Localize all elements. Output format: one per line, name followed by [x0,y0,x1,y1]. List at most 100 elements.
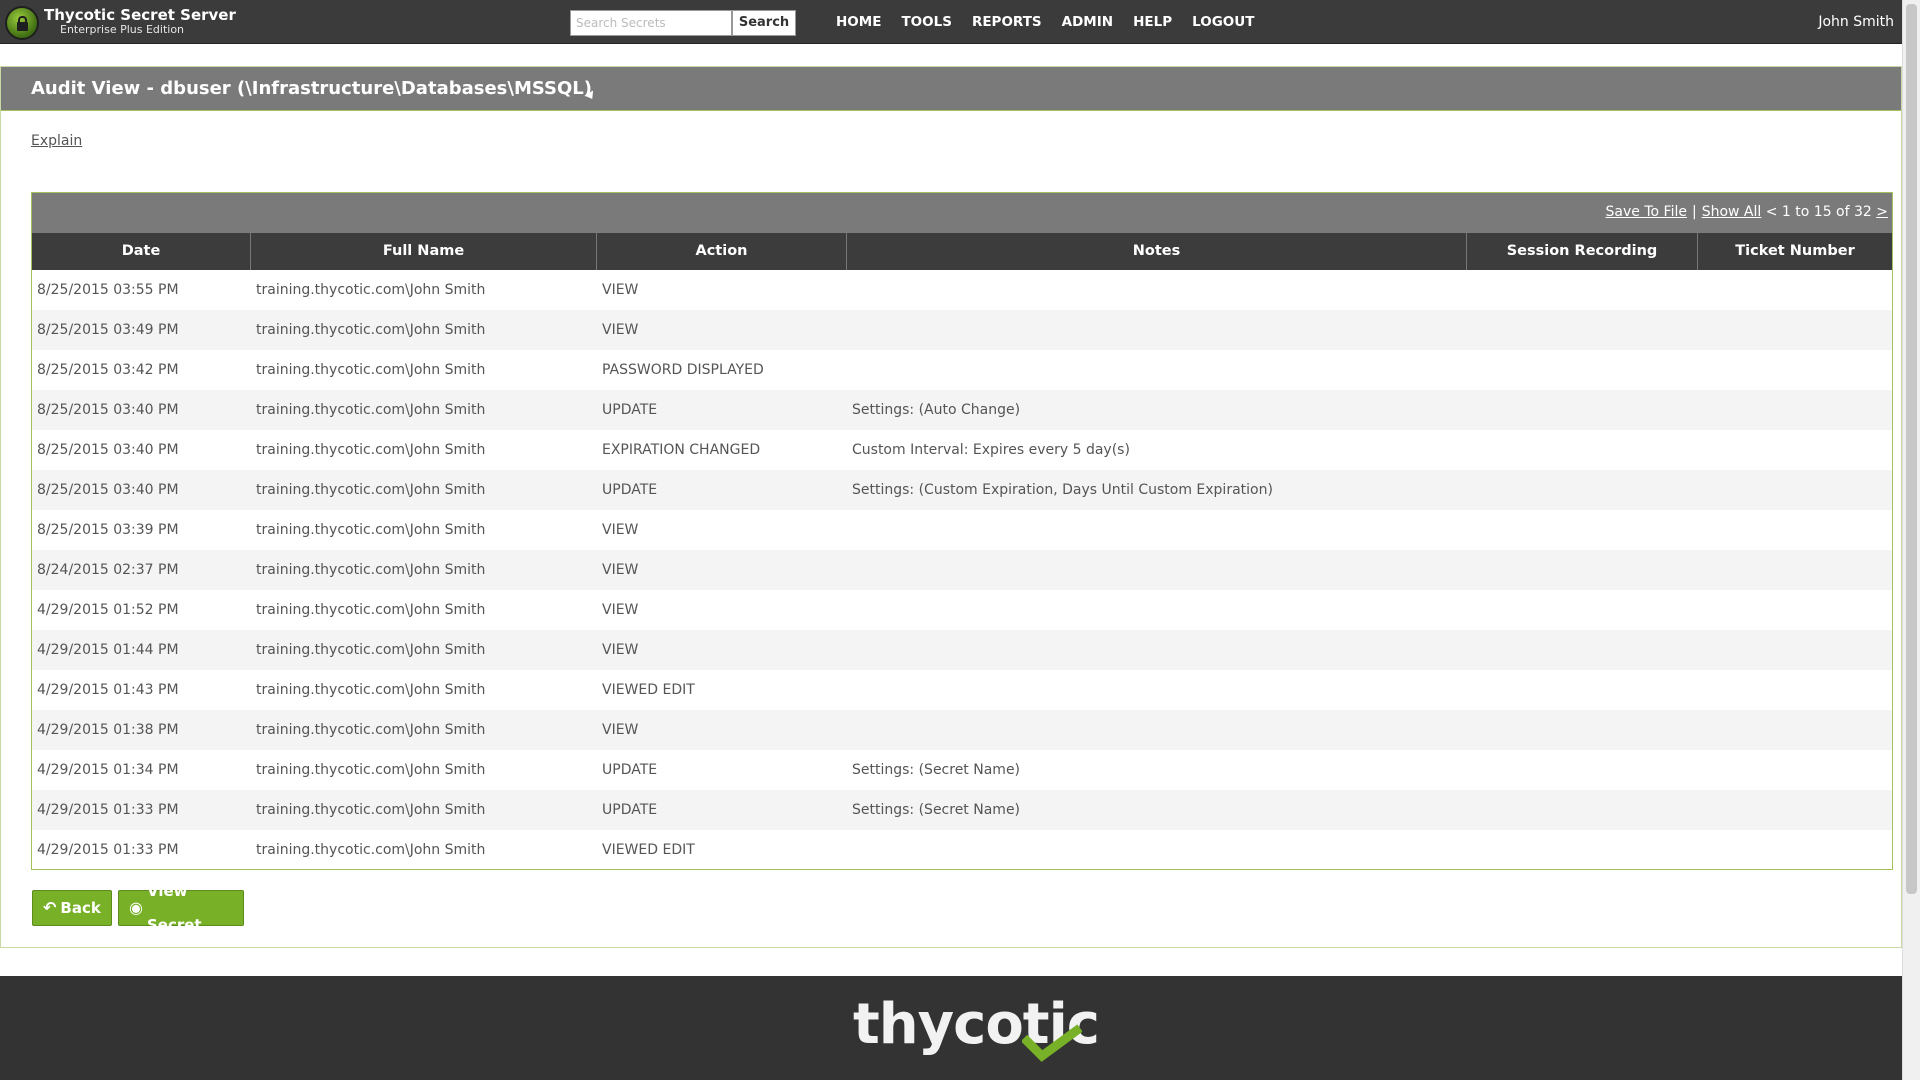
column-header-session-recording[interactable]: Session Recording [1467,233,1698,270]
cell-notes [847,630,1467,670]
cell-ticket-number [1698,670,1892,710]
view-secret-button[interactable]: ◉ View Secret [118,882,244,934]
page-scrollbar[interactable] [1902,0,1920,1080]
column-header-action[interactable]: Action [597,233,847,270]
cell-date: 8/24/2015 02:37 PM [37,562,179,578]
cell-date: 8/25/2015 03:42 PM [37,362,179,378]
cell-session-recording [1467,590,1698,630]
table-row[interactable]: 8/25/2015 03:49 PM training.thycotic.com\… [32,310,1892,350]
cell-ticket-number [1698,830,1892,870]
cell-ticket-number [1698,270,1892,310]
nav-admin[interactable]: ADMIN [1062,14,1113,30]
cell-full-name: training.thycotic.com\John Smith [256,682,486,698]
cell-session-recording [1467,710,1698,750]
table-row[interactable]: 4/29/2015 01:33 PM training.thycotic.com\… [32,790,1892,830]
cell-ticket-number [1698,390,1892,430]
cell-notes [847,510,1467,550]
show-all-link[interactable]: Show All [1702,204,1762,220]
nav-reports[interactable]: REPORTS [972,14,1042,30]
cell-ticket-number [1698,790,1892,830]
page-title: Audit View - dbuser (\Infrastructure\Dat… [31,78,592,99]
cell-notes: Settings: (Custom Expiration, Days Until… [852,482,1273,498]
brand-subtitle: Enterprise Plus Edition [60,23,185,36]
column-header-date[interactable]: Date [32,233,251,270]
cell-action: VIEW [602,722,639,738]
top-bar: Thycotic Secret Server Enterprise Plus E… [0,0,1902,44]
cell-session-recording [1467,750,1698,790]
nav-help[interactable]: HELP [1133,14,1172,30]
cell-full-name: training.thycotic.com\John Smith [256,842,486,858]
cell-notes [847,670,1467,710]
cell-notes [847,710,1467,750]
cell-session-recording [1467,830,1698,870]
table-body: 8/25/2015 03:55 PM training.thycotic.com\… [32,270,1892,870]
table-row[interactable]: 8/25/2015 03:40 PM training.thycotic.com\… [32,430,1892,470]
separator: | [1691,204,1697,220]
cell-ticket-number [1698,350,1892,390]
footer: thycotic [0,976,1920,1080]
cell-session-recording [1467,310,1698,350]
pager-prev-link[interactable]: < [1766,204,1778,220]
column-header-full-name[interactable]: Full Name [251,233,597,270]
cell-date: 8/25/2015 03:39 PM [37,522,179,538]
audit-table: Save To File | Show All < 1 to 15 of 32 > … [31,192,1893,870]
user-name[interactable]: John Smith [1818,14,1894,30]
secret-server-logo-icon[interactable] [5,6,39,40]
cell-session-recording [1467,430,1698,470]
cell-session-recording [1467,350,1698,390]
lock-icon [17,16,28,31]
cell-ticket-number [1698,310,1892,350]
column-header-ticket-number[interactable]: Ticket Number [1698,233,1892,270]
search-button[interactable]: Search [732,10,796,36]
table-row[interactable]: 4/29/2015 01:33 PM training.thycotic.com\… [32,830,1892,870]
cell-date: 4/29/2015 01:33 PM [37,802,179,818]
table-row[interactable]: 4/29/2015 01:34 PM training.thycotic.com\… [32,750,1892,790]
brand-title: Thycotic Secret Server [44,6,236,24]
cell-session-recording [1467,470,1698,510]
cell-session-recording [1467,390,1698,430]
cell-date: 4/29/2015 01:43 PM [37,682,179,698]
cell-action: VIEW [602,322,639,338]
view-secret-button-label: View Secret [146,882,202,934]
table-toolbar: Save To File | Show All < 1 to 15 of 32 > [32,193,1892,233]
cell-session-recording [1467,670,1698,710]
table-row[interactable]: 8/25/2015 03:55 PM training.thycotic.com\… [32,270,1892,310]
cell-session-recording [1467,510,1698,550]
table-row[interactable]: 4/29/2015 01:52 PM training.thycotic.com\… [32,590,1892,630]
check-mark-icon [1022,1024,1082,1062]
cell-full-name: training.thycotic.com\John Smith [256,362,486,378]
cell-action: VIEW [602,642,639,658]
nav-logout[interactable]: LOGOUT [1192,14,1254,30]
panel-header: Audit View - dbuser (\Infrastructure\Dat… [1,67,1901,111]
column-header-notes[interactable]: Notes [847,233,1467,270]
table-row[interactable]: 8/25/2015 03:42 PM training.thycotic.com\… [32,350,1892,390]
cell-full-name: training.thycotic.com\John Smith [256,602,486,618]
nav-tools[interactable]: TOOLS [901,14,952,30]
explain-link[interactable]: Explain [31,133,82,149]
pager-next-link[interactable]: > [1876,204,1888,220]
cell-notes [847,590,1467,630]
cell-notes: Settings: (Secret Name) [852,802,1021,818]
pager-text: 1 to 15 of 32 [1781,204,1872,220]
main-nav: HOME TOOLS REPORTS ADMIN HELP LOGOUT [836,14,1274,30]
save-to-file-link[interactable]: Save To File [1606,204,1687,220]
nav-home[interactable]: HOME [836,14,881,30]
table-row[interactable]: 4/29/2015 01:38 PM training.thycotic.com\… [32,710,1892,750]
table-row[interactable]: 8/25/2015 03:40 PM training.thycotic.com\… [32,470,1892,510]
table-row[interactable]: 4/29/2015 01:44 PM training.thycotic.com\… [32,630,1892,670]
cell-full-name: training.thycotic.com\John Smith [256,482,486,498]
back-button[interactable]: ↶ Back [32,890,112,926]
cell-date: 4/29/2015 01:33 PM [37,842,179,858]
cell-full-name: training.thycotic.com\John Smith [256,282,486,298]
table-row[interactable]: 8/25/2015 03:39 PM training.thycotic.com\… [32,510,1892,550]
cell-ticket-number [1698,710,1892,750]
scrollbar-thumb[interactable] [1906,4,1917,894]
cell-notes: Settings: (Auto Change) [852,402,1021,418]
table-row[interactable]: 8/25/2015 03:40 PM training.thycotic.com\… [32,390,1892,430]
cell-full-name: training.thycotic.com\John Smith [256,322,486,338]
cell-notes [847,350,1467,390]
cell-action: VIEW [602,602,639,618]
table-row[interactable]: 8/24/2015 02:37 PM training.thycotic.com\… [32,550,1892,590]
table-row[interactable]: 4/29/2015 01:43 PM training.thycotic.com\… [32,670,1892,710]
search-input[interactable] [570,10,732,36]
